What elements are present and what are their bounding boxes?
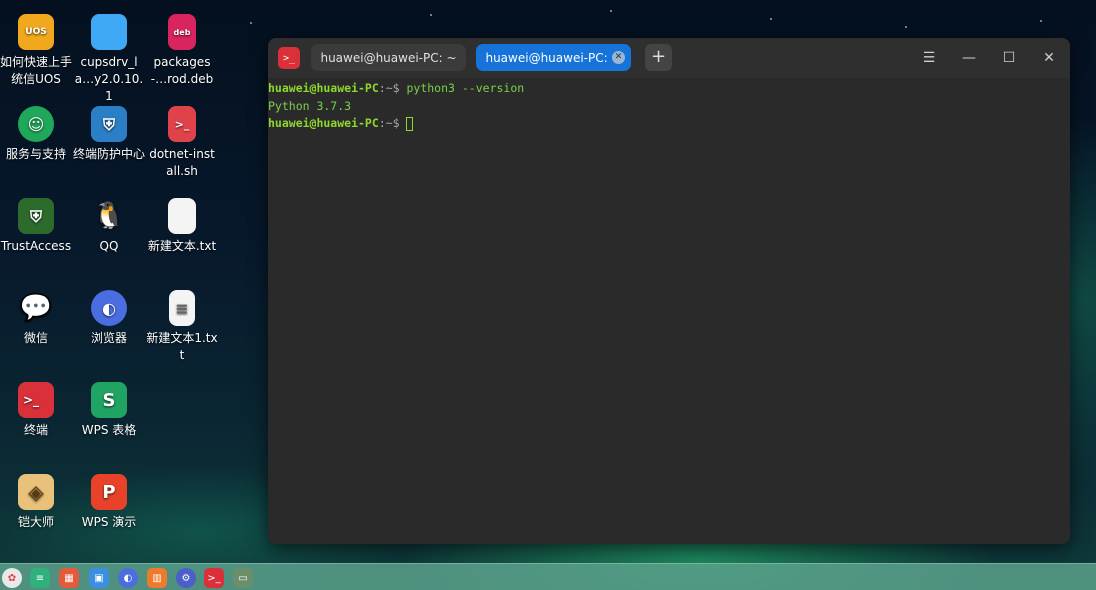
desktop-icon-deb-package[interactable]: deb packages-…rod.deb: [146, 14, 218, 88]
star: [1040, 20, 1042, 22]
screen-recorder-icon[interactable]: ▭: [233, 568, 253, 588]
desktop-icon-new-text-file[interactable]: 新建文本.txt: [146, 198, 218, 255]
star: [905, 26, 907, 28]
terminal-icon[interactable]: >_: [204, 568, 224, 588]
desktop-icon-endpoint-protection[interactable]: ⛨ 终端防护中心: [73, 106, 145, 163]
tab-label: huawei@huawei-PC: ~: [320, 50, 457, 65]
desktop-icon-label: 浏览器: [90, 331, 127, 345]
desktop-icon-label: 微信: [23, 331, 48, 345]
desktop-icon-label: dotnet-install.sh: [149, 147, 215, 178]
desktop-icon-label: 铠大师: [17, 515, 54, 529]
prompt-user: huawei@huawei-PC: [268, 81, 379, 95]
desktop-icon-terminal[interactable]: >_ 终端: [0, 382, 72, 439]
prompt-path: :~$: [378, 81, 407, 95]
star: [610, 10, 612, 12]
tab-terminal-2-active[interactable]: huawei@huawei-PC: ~ ✕: [476, 44, 631, 71]
shell-script-icon: >_: [168, 106, 196, 142]
add-tab-button[interactable]: +: [645, 44, 672, 71]
trustaccess-icon: ⛨: [18, 198, 54, 234]
star: [250, 22, 252, 24]
desktop-icon-label: packages-…rod.deb: [150, 55, 214, 86]
desktop-icon-kaidashi[interactable]: ◈ 铠大师: [0, 474, 72, 531]
browser-icon[interactable]: ◐: [118, 568, 138, 588]
desktop-icon-label: 终端防护中心: [73, 147, 146, 161]
calendar-icon[interactable]: ▥: [147, 568, 167, 588]
browser-icon: ◐: [91, 290, 127, 326]
terminal-line: huawei@huawei-PC:~$ python3 --version: [268, 80, 1070, 98]
launcher-icon[interactable]: ✿: [2, 568, 22, 588]
desktop-icon-dotnet-install[interactable]: >_ dotnet-install.sh: [146, 106, 218, 180]
desktop-icon-support[interactable]: ☺ 服务与支持: [0, 106, 72, 163]
terminal-icon: >_: [18, 382, 54, 418]
settings-gear-icon[interactable]: ⚙: [176, 568, 196, 588]
deb-package-icon: deb: [168, 14, 196, 50]
desktop-icon-label: WPS 表格: [81, 423, 137, 437]
text-cursor: [406, 116, 414, 131]
desktop-icon-label: 新建文本.txt: [147, 239, 217, 253]
uos-guide-icon: UOS: [18, 14, 54, 50]
tab-terminal-1[interactable]: huawei@huawei-PC: ~: [311, 44, 466, 71]
desktop-icon-label: cupsdrv_la…y2.0.10.1: [74, 55, 144, 103]
app-store-icon[interactable]: ▦: [59, 568, 79, 588]
wechat-icon: 💬: [19, 292, 53, 323]
desktop-icon-label: 如何快速上手统信UOS: [0, 55, 73, 86]
desktop-icon-label: 新建文本1.txt: [146, 331, 218, 362]
wps-sheet-icon: S: [91, 382, 127, 418]
desktop-icon-wechat[interactable]: 💬 微信: [0, 290, 72, 347]
prompt-user: huawei@huawei-PC: [268, 116, 379, 130]
star: [430, 14, 432, 16]
terminal-app-icon: >_: [278, 47, 300, 69]
desktop-icon-label: WPS 演示: [81, 515, 137, 529]
command-text: python3 --version: [406, 81, 525, 95]
minimize-button[interactable]: —: [959, 48, 979, 68]
desktop-icon-browser[interactable]: ◐ 浏览器: [73, 290, 145, 347]
qq-penguin-icon: 🐧: [92, 200, 126, 231]
terminal-output[interactable]: huawei@huawei-PC:~$ python3 --version Py…: [268, 78, 1070, 133]
command-output: Python 3.7.3: [268, 98, 352, 113]
terminal-titlebar[interactable]: >_ huawei@huawei-PC: ~ huawei@huawei-PC:…: [268, 38, 1070, 78]
terminal-window[interactable]: >_ huawei@huawei-PC: ~ huawei@huawei-PC:…: [268, 38, 1070, 544]
desktop-icon-wps-presentation[interactable]: P WPS 演示: [73, 474, 145, 531]
menu-icon[interactable]: ☰: [919, 48, 939, 68]
maximize-button[interactable]: ☐: [999, 48, 1019, 68]
folder-icon: [91, 14, 127, 50]
wps-presentation-icon: P: [91, 474, 127, 510]
desktop-icon-wps-sheet[interactable]: S WPS 表格: [73, 382, 145, 439]
desktop-icon-uos-guide[interactable]: UOS 如何快速上手统信UOS: [0, 14, 72, 88]
desktop-icon-qq[interactable]: 🐧 QQ: [73, 198, 145, 255]
desktop-icon-label: QQ: [99, 239, 119, 253]
tab-label: huawei@huawei-PC: ~: [485, 50, 622, 65]
tab-close-icon[interactable]: ✕: [612, 51, 625, 64]
close-window-button[interactable]: ✕: [1039, 48, 1059, 68]
multitask-view-icon[interactable]: ≡: [30, 568, 50, 588]
taskbar: ✿ ≡ ▦ ▣ ◐ ▥ ⚙ >_ ▭: [0, 563, 1096, 590]
shield-icon: ⛨: [91, 106, 127, 142]
desktop-icon-trustaccess[interactable]: ⛨ TrustAccess: [0, 198, 72, 255]
prompt-path: :~$: [378, 116, 407, 130]
support-icon: ☺: [18, 106, 54, 142]
desktop-icon-label: 终端: [23, 423, 48, 437]
desktop-icon-new-text-file-1[interactable]: ≡ 新建文本1.txt: [146, 290, 218, 364]
star: [770, 18, 772, 20]
desktop-icon-cupsdrv-folder[interactable]: cupsdrv_la…y2.0.10.1: [73, 14, 145, 105]
text-file-icon: ≡: [169, 290, 195, 326]
text-file-icon: [168, 198, 196, 234]
terminal-line: huawei@huawei-PC:~$: [268, 115, 1070, 133]
kaidashi-icon: ◈: [18, 474, 54, 510]
desktop-icon-label: 服务与支持: [5, 147, 66, 161]
desktop-icon-label: TrustAccess: [0, 239, 72, 253]
file-manager-icon[interactable]: ▣: [89, 568, 109, 588]
